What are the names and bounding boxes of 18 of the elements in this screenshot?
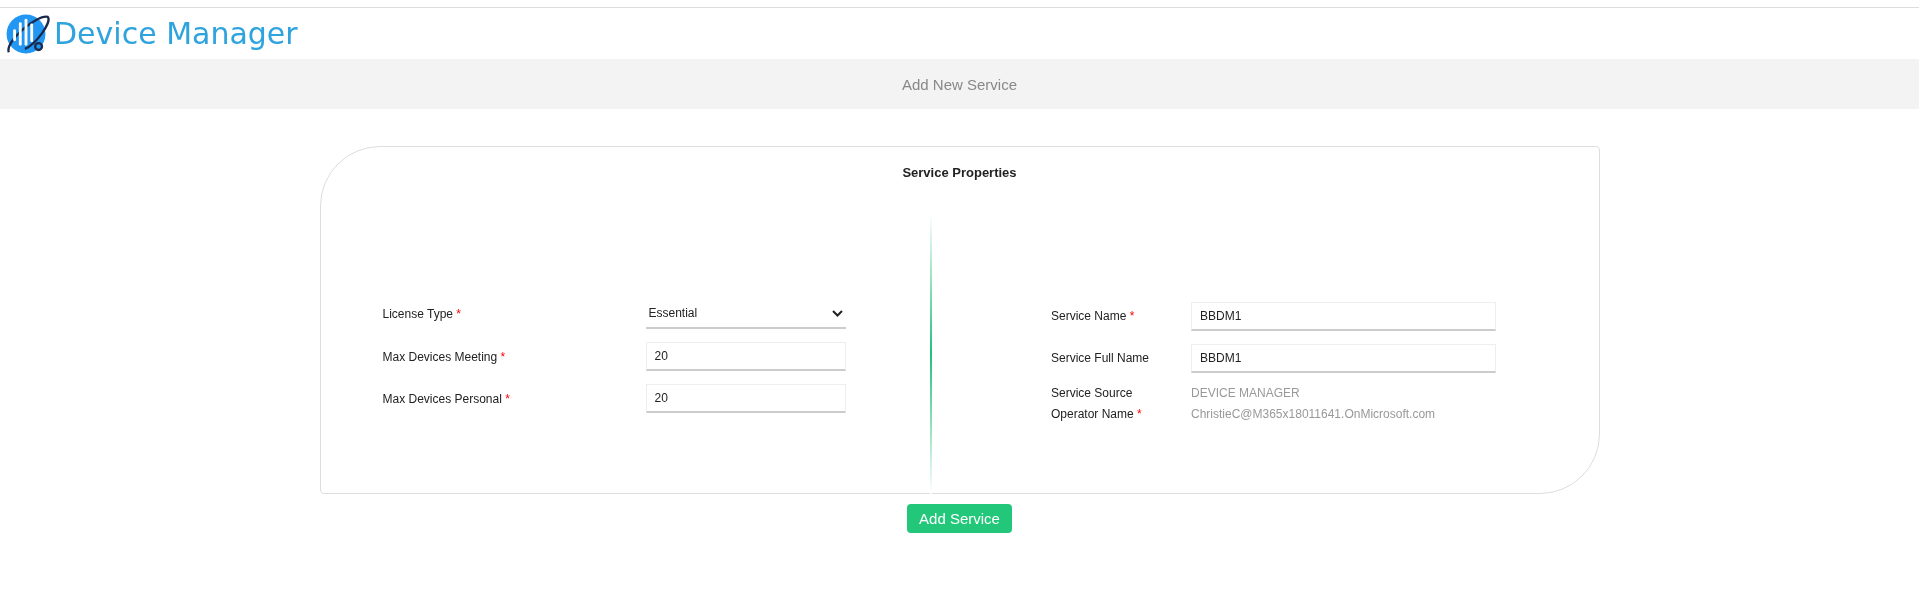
- page-title: Add New Service: [901, 75, 1018, 93]
- field-label: Max Devices Personal *: [382, 391, 511, 406]
- field-label: Service Source: [1051, 385, 1134, 400]
- app-title: Device Manager: [54, 16, 298, 51]
- field-label: License Type *: [382, 307, 462, 321]
- input-field[interactable]: 20: [645, 342, 846, 371]
- field-value: DEVICE MANAGER: [1191, 385, 1300, 400]
- chevron-down-icon: [831, 309, 843, 317]
- field-label: Operator Name *: [1051, 406, 1143, 421]
- field-value: ChristieC@M365x18011641.OnMicrosoft.com: [1191, 406, 1436, 421]
- field-label: Max Devices Meeting *: [382, 349, 507, 364]
- license-type-dropdown[interactable]: Essential: [645, 299, 846, 329]
- input-field[interactable]: 20: [645, 384, 846, 413]
- input-field[interactable]: BBDM1: [1191, 301, 1496, 331]
- input-field[interactable]: BBDM1: [1191, 343, 1496, 373]
- field-label: Service Name *: [1051, 309, 1136, 323]
- field-label: Service Full Name: [1051, 351, 1151, 365]
- card-title: Service Properties: [901, 165, 1018, 180]
